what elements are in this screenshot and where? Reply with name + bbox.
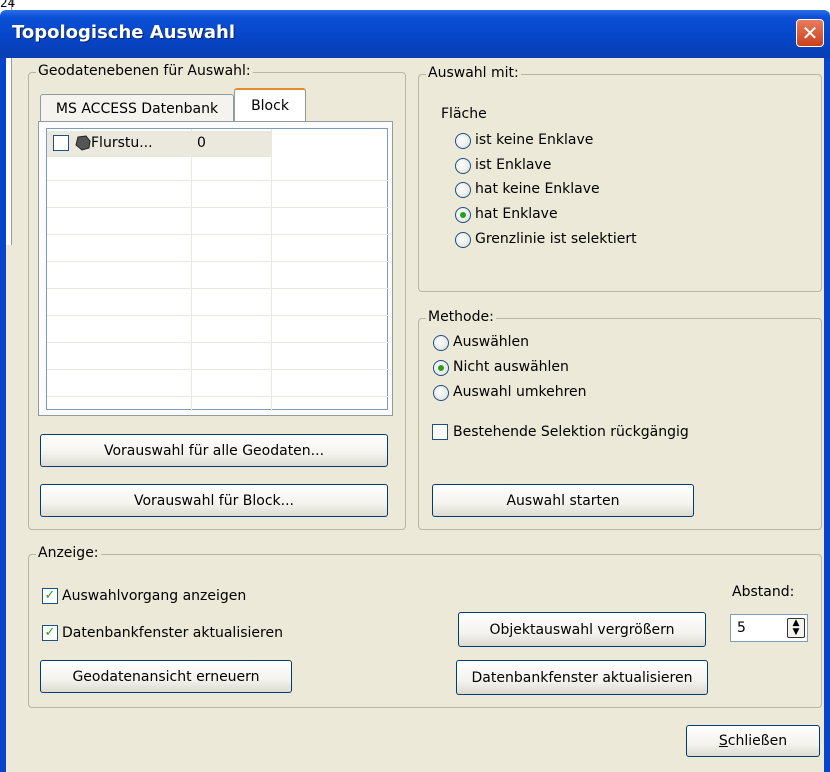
method-group-legend: Methode: — [426, 309, 496, 325]
close-button[interactable]: Schließen — [686, 725, 820, 757]
window-title: Topologische Auswahl — [12, 22, 235, 43]
close-button-label: chließen — [727, 733, 788, 749]
distance-value[interactable]: 5 — [737, 620, 746, 636]
grid-row-divider — [47, 261, 389, 262]
window-frame-left — [0, 58, 6, 772]
window-frame-right — [824, 58, 830, 772]
radio-invert-selection[interactable] — [433, 385, 449, 401]
close-button-accesskey: S — [718, 733, 728, 749]
tab-ms-access[interactable]: MS ACCESS Datenbank — [40, 94, 234, 122]
undo-selection-checkbox[interactable] — [432, 424, 448, 440]
radio-label: ist keine Enklave — [475, 132, 594, 148]
layers-group-legend: Geodatenebenen für Auswahl: — [36, 63, 253, 79]
radio-has-enclave[interactable] — [455, 207, 471, 223]
layer-count: 0 — [197, 135, 206, 151]
radio-label: Grenzlinie ist selektiert — [475, 231, 637, 247]
table-row[interactable]: Flurstu... 0 — [47, 131, 271, 157]
tab-block[interactable]: Block — [234, 88, 306, 122]
radio-do-not-select[interactable] — [433, 360, 449, 376]
grid-row-divider — [47, 342, 389, 343]
grid-row-divider — [47, 180, 389, 181]
radio-label: ist Enklave — [475, 157, 552, 173]
renew-view-button[interactable]: Geodatenansicht erneuern — [40, 660, 292, 693]
refresh-db-button[interactable]: Datenbankfenster aktualisieren — [456, 660, 708, 695]
layer-grid[interactable]: Flurstu... 0 — [46, 128, 389, 411]
distance-stepper[interactable]: 5 ▲ ▼ — [730, 614, 808, 642]
undo-selection-label: Bestehende Selektion rückgängig — [453, 424, 689, 440]
layer-name: Flurstu... — [91, 135, 153, 151]
radio-boundary-selected[interactable] — [455, 232, 471, 248]
radio-label: Nicht auswählen — [453, 359, 569, 375]
radio-label: hat keine Enklave — [475, 181, 600, 197]
layer-checkbox[interactable] — [53, 135, 69, 151]
grid-row-divider — [47, 234, 389, 235]
close-icon[interactable]: ✕ — [796, 19, 824, 47]
grid-row-divider — [47, 207, 389, 208]
radio-has-no-enclave[interactable] — [455, 182, 471, 198]
selection-group-legend: Auswahl mit: — [426, 65, 521, 81]
refresh-db-checkbox[interactable]: ✓ — [42, 625, 58, 641]
spin-arrows-icon[interactable]: ▲ ▼ — [787, 618, 805, 638]
grid-row-divider — [47, 369, 389, 370]
start-selection-button[interactable]: Auswahl starten — [432, 484, 694, 517]
radio-label: Auswahl umkehren — [453, 384, 587, 400]
preselect-block-button[interactable]: Vorauswahl für Block... — [40, 484, 388, 517]
grid-row-divider — [47, 396, 389, 397]
radio-label: hat Enklave — [475, 206, 558, 222]
radio-select[interactable] — [433, 335, 449, 351]
radio-is-enclave[interactable] — [455, 158, 471, 174]
refresh-db-label: Datenbankfenster aktualisieren — [62, 625, 283, 641]
show-process-checkbox[interactable]: ✓ — [42, 588, 58, 604]
radio-no-enclave[interactable] — [455, 133, 471, 149]
enlarge-selection-button[interactable]: Objektauswahl vergrößern — [458, 612, 706, 647]
distance-label: Abstand: — [732, 584, 795, 600]
grid-row-divider — [47, 288, 389, 289]
polygon-layer-icon — [75, 135, 91, 151]
show-process-label: Auswahlvorgang anzeigen — [62, 588, 247, 604]
preselect-all-button[interactable]: Vorauswahl für alle Geodaten... — [40, 434, 388, 467]
radio-label: Auswählen — [453, 334, 530, 350]
grid-row-divider — [47, 315, 389, 316]
area-label: Fläche — [441, 106, 487, 122]
display-group-legend: Anzeige: — [36, 545, 101, 561]
